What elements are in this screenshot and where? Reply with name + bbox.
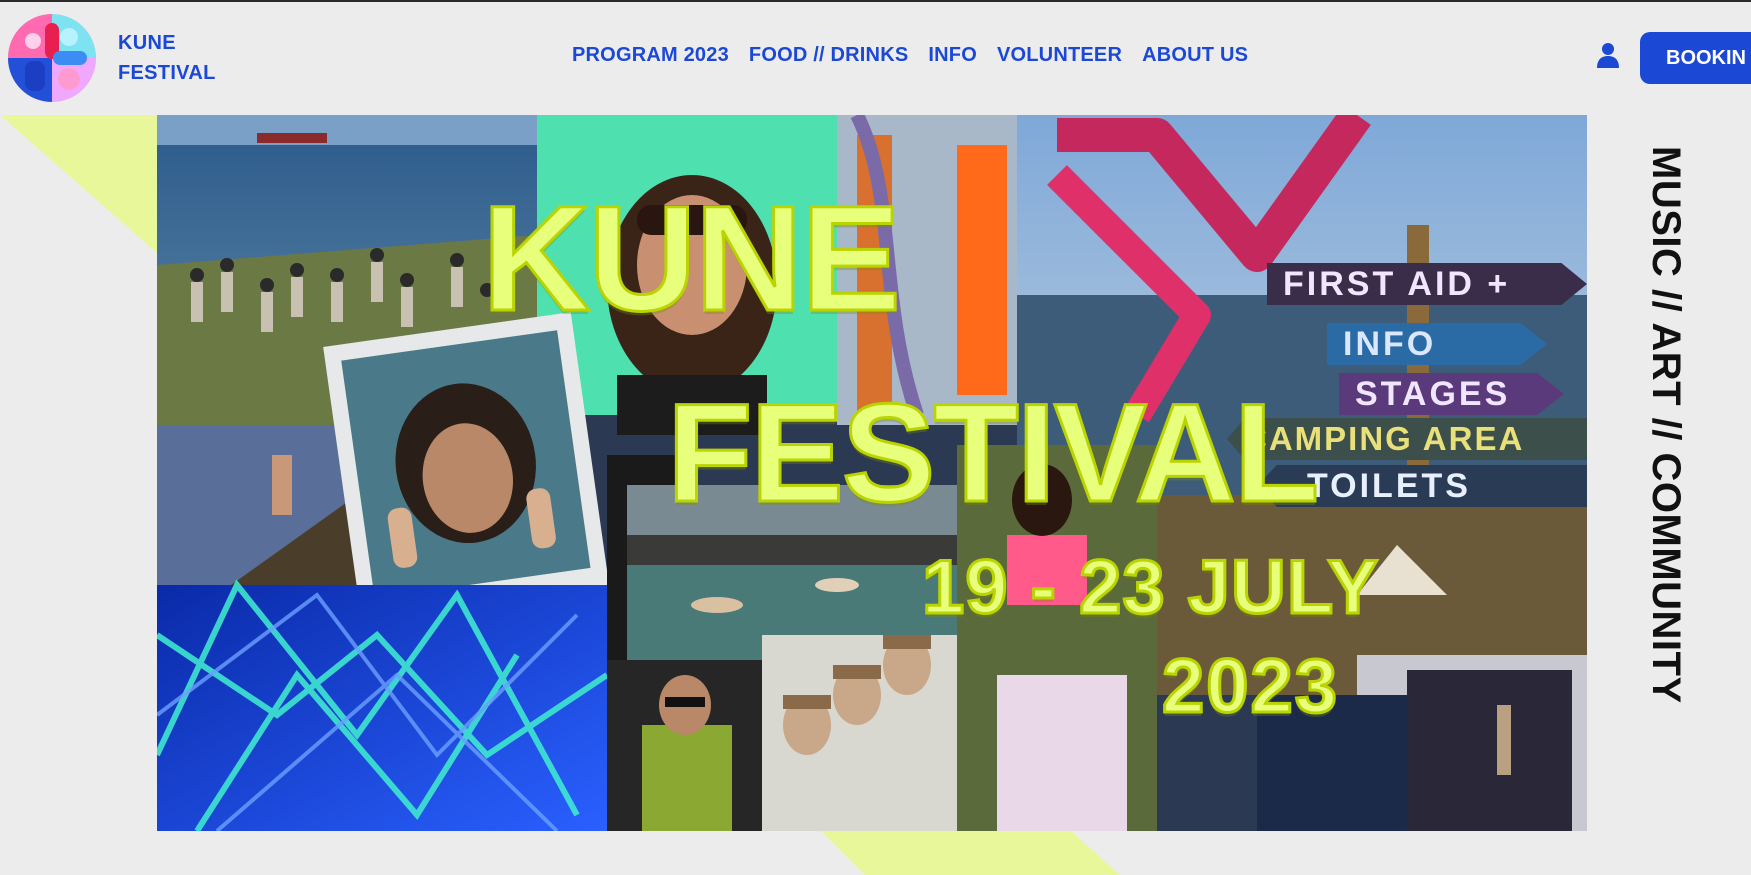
hero-dates: 19 - 23 JULY xyxy=(920,545,1380,630)
hero-collage: FIRST AID + INFO STAGES CAMPING AREA TOI… xyxy=(157,115,1587,831)
nav-volunteer[interactable]: VOLUNTEER xyxy=(997,44,1122,67)
nav-food-drinks[interactable]: FOOD // DRINKS xyxy=(749,44,908,67)
decor-triangle-bottom xyxy=(820,830,1120,875)
festival-logo-icon[interactable] xyxy=(7,13,97,103)
brand-line-2: FESTIVAL xyxy=(118,62,216,84)
hero-title-kune: KUNE xyxy=(480,174,902,342)
hero-title-festival: FESTIVAL xyxy=(665,374,1320,531)
decor-triangle-left xyxy=(0,115,157,253)
top-border xyxy=(0,0,1751,2)
sign-stages: STAGES xyxy=(1339,373,1564,415)
brand-name[interactable]: KUNE FESTIVAL xyxy=(118,28,216,88)
main-nav: PROGRAM 2023 FOOD // DRINKS INFO VOLUNTE… xyxy=(572,44,1248,67)
sign-first-aid: FIRST AID + xyxy=(1267,263,1587,305)
nav-program[interactable]: PROGRAM 2023 xyxy=(572,44,729,67)
tagline-text: MUSIC // ART // COMMUNITY xyxy=(1644,146,1688,704)
nav-info[interactable]: INFO xyxy=(928,44,977,67)
sign-info: INFO xyxy=(1327,323,1547,365)
booking-button[interactable]: BOOKIN xyxy=(1640,32,1751,84)
user-icon[interactable] xyxy=(1596,42,1620,68)
nav-about-us[interactable]: ABOUT US xyxy=(1142,44,1248,67)
tagline-vertical: MUSIC // ART // COMMUNITY xyxy=(1644,146,1688,796)
hero-year: 2023 xyxy=(1160,644,1340,729)
brand-line-1: KUNE xyxy=(118,32,176,54)
